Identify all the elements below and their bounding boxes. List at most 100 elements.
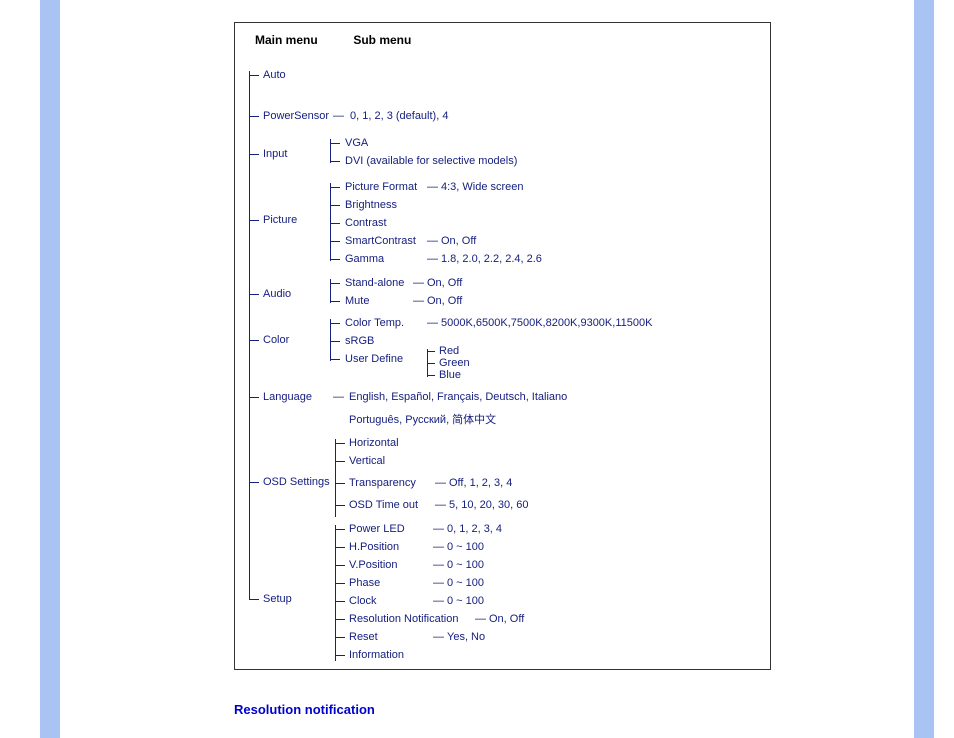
tick	[335, 547, 345, 548]
language-line1: English, Español, Français, Deutsch, Ita…	[349, 391, 567, 403]
tick	[335, 601, 345, 602]
setup-information: Information	[349, 649, 404, 661]
color-blue: Blue	[439, 369, 461, 381]
tick	[330, 301, 340, 302]
menu-color: Color	[263, 334, 289, 346]
dash: —	[433, 577, 444, 589]
menu-language: Language	[263, 391, 312, 403]
tick	[249, 397, 259, 398]
tick	[249, 599, 259, 600]
setup-reset: Reset	[349, 631, 378, 643]
tick	[335, 505, 345, 506]
tick	[335, 583, 345, 584]
menu-setup: Setup	[263, 593, 292, 605]
dash: —	[427, 253, 438, 265]
menu-picture: Picture	[263, 214, 297, 226]
picture-gamma: Gamma	[345, 253, 384, 265]
tree-spine-picture	[330, 183, 331, 261]
dash: —	[433, 631, 444, 643]
osd-vertical: Vertical	[349, 455, 385, 467]
osd-timeout-vals: 5, 10, 20, 30, 60	[449, 499, 529, 511]
setup-resolution-vals: On, Off	[489, 613, 524, 625]
tree-spine-color	[330, 319, 331, 361]
setup-clock-vals: 0 ~ 100	[447, 595, 484, 607]
osd-transparency-vals: Off, 1, 2, 3, 4	[449, 477, 512, 489]
tick	[249, 220, 259, 221]
tick	[330, 283, 340, 284]
tick	[330, 341, 340, 342]
tick	[427, 375, 435, 376]
setup-vposition-vals: 0 ~ 100	[447, 559, 484, 571]
dash: —	[427, 235, 438, 247]
tick	[249, 116, 259, 117]
menu-powersensor: PowerSensor	[263, 110, 329, 122]
tick	[249, 294, 259, 295]
dash: —	[475, 613, 486, 625]
setup-clock: Clock	[349, 595, 377, 607]
osd-transparency: Transparency	[349, 477, 416, 489]
dash: —	[433, 559, 444, 571]
picture-brightness: Brightness	[345, 199, 397, 211]
powersensor-values: 0, 1, 2, 3 (default), 4	[350, 110, 448, 122]
tick	[330, 143, 340, 144]
menu-auto: Auto	[263, 69, 286, 81]
dash: —	[433, 541, 444, 553]
dash: —	[427, 181, 438, 193]
tree-spine-setup	[335, 525, 336, 661]
picture-smartcontrast: SmartContrast	[345, 235, 416, 247]
menu-audio: Audio	[263, 288, 291, 300]
setup-hposition-vals: 0 ~ 100	[447, 541, 484, 553]
tick	[330, 323, 340, 324]
setup-resolution: Resolution Notification	[349, 613, 458, 625]
color-srgb: sRGB	[345, 335, 374, 347]
dash: —	[433, 523, 444, 535]
picture-gamma-vals: 1.8, 2.0, 2.2, 2.4, 2.6	[441, 253, 542, 265]
input-vga: VGA	[345, 137, 368, 149]
setup-vposition: V.Position	[349, 559, 398, 571]
input-dvi: DVI (available for selective models)	[345, 155, 517, 167]
dash: —	[333, 391, 344, 403]
tick	[249, 154, 259, 155]
tick	[249, 340, 259, 341]
dash: —	[413, 277, 424, 289]
color-temp-vals: 5000K,6500K,7500K,8200K,9300K,11500K	[441, 317, 652, 329]
dash: —	[435, 477, 446, 489]
dash: —	[435, 499, 446, 511]
tick	[330, 359, 340, 360]
tick	[335, 461, 345, 462]
setup-powerled: Power LED	[349, 523, 405, 535]
picture-format: Picture Format	[345, 181, 417, 193]
header-main-menu: Main menu	[255, 33, 350, 47]
color-user-define: User Define	[345, 353, 403, 365]
tick	[335, 619, 345, 620]
dash: —	[333, 110, 344, 122]
setup-reset-vals: Yes, No	[447, 631, 485, 643]
decorative-bar-left	[40, 0, 60, 738]
tick	[330, 223, 340, 224]
tick	[330, 161, 340, 162]
picture-format-vals: 4:3, Wide screen	[441, 181, 524, 193]
color-red: Red	[439, 345, 459, 357]
tick	[249, 482, 259, 483]
picture-smartcontrast-vals: On, Off	[441, 235, 476, 247]
tick	[427, 363, 435, 364]
audio-mute-vals: On, Off	[427, 295, 462, 307]
audio-standalone: Stand-alone	[345, 277, 404, 289]
osd-menu-diagram: Main menu Sub menu Auto PowerSensor Inpu…	[234, 22, 771, 670]
tick	[330, 259, 340, 260]
dash: —	[433, 595, 444, 607]
tree-spine-main	[249, 71, 250, 599]
tick	[335, 565, 345, 566]
setup-phase-vals: 0 ~ 100	[447, 577, 484, 589]
tick	[427, 351, 435, 352]
menu-input: Input	[263, 148, 287, 160]
setup-powerled-vals: 0, 1, 2, 3, 4	[447, 523, 502, 535]
picture-contrast: Contrast	[345, 217, 387, 229]
audio-standalone-vals: On, Off	[427, 277, 462, 289]
setup-phase: Phase	[349, 577, 380, 589]
tick	[335, 655, 345, 656]
section-title-resolution-notification: Resolution notification	[234, 702, 375, 717]
tick	[335, 637, 345, 638]
decorative-bar-right	[914, 0, 934, 738]
tick	[249, 75, 259, 76]
